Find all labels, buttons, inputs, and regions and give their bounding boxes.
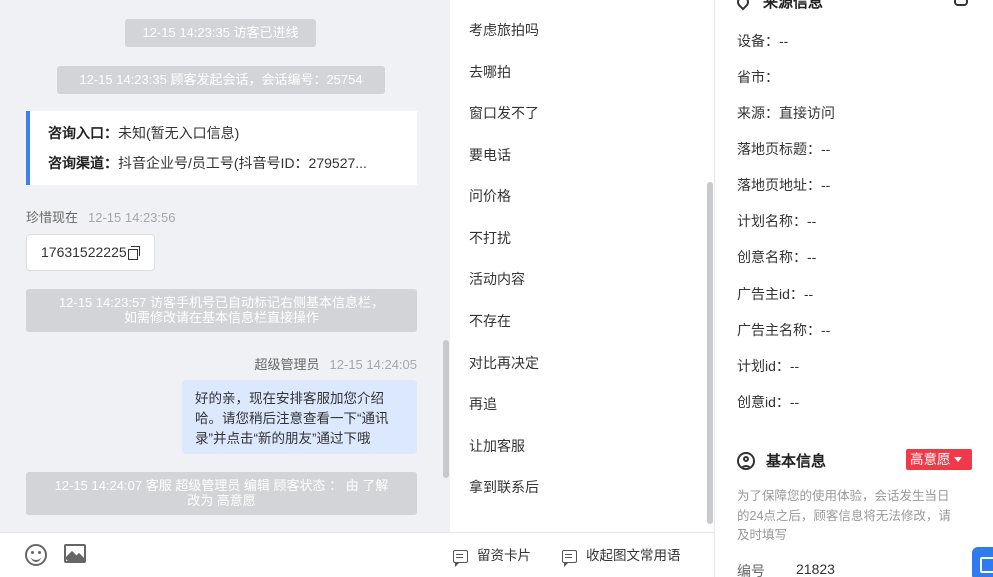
message-line: 好的亲，现在安排客服加您介绍 (195, 391, 384, 406)
customer-id-label: 编号 (737, 563, 765, 577)
edit-icon[interactable] (954, 0, 968, 6)
chat-message-list[interactable]: 12-15 14:23:35 访客已进线 12-15 14:23:35 顾客发起… (0, 0, 450, 532)
creative-name-field: 创意名称：-- (737, 249, 817, 265)
chat-panel: 12-15 14:23:35 访客已进线 12-15 14:23:35 顾客发起… (0, 0, 450, 577)
basic-info-header: 基本信息 (737, 450, 826, 471)
notice-line: 12-15 14:24:07 客服 超级管理员 编辑 顾客状态 ： 由 了解 (54, 478, 389, 493)
agent-message-header: 超级管理员 12-15 14:24:05 (255, 354, 417, 373)
intent-status-label: 高意愿 (910, 452, 951, 467)
emoji-icon[interactable] (25, 544, 47, 566)
customer-info-panel: 来源信息 设备：-- 省市： 来源：直接访问 落地页标题：-- 落地页地址：--… (715, 0, 993, 577)
notice-line: 12-15 14:23:57 访客手机号已自动标记右侧基本信息栏， (58, 295, 385, 310)
system-message: 12-15 14:23:35 顾客发起会话，会话编号：25754 (57, 66, 385, 94)
lead-card-button[interactable]: 留资卡片 (453, 547, 531, 567)
quick-reply-item[interactable]: 活动内容 (469, 269, 525, 289)
quick-reply-item[interactable]: 去哪拍 (469, 62, 511, 82)
chat-input-toolbar (0, 532, 450, 577)
quick-reply-item[interactable]: 不打扰 (469, 228, 511, 248)
lead-card-label: 留资卡片 (477, 548, 531, 563)
system-message: 12-15 14:23:35 访客已进线 (125, 19, 316, 47)
message-icon (562, 549, 577, 567)
consult-entry-label: 咨询入口： (48, 125, 118, 141)
chat-workspace: 12-15 14:23:35 访客已进线 12-15 14:23:35 顾客发起… (0, 0, 993, 577)
consult-channel-row: 咨询渠道：抖音企业号/员工号(抖音号ID：279527... (48, 152, 408, 182)
quick-reply-item[interactable]: 要电话 (469, 145, 511, 165)
edit-deadline-note: 为了保障您的使用体验，会话发生当日 的24点之后，顾客信息将无法修改，请 及时填… (737, 487, 975, 546)
quick-reply-item[interactable]: 问价格 (469, 186, 511, 206)
note-line: 的24点之后，顾客信息将无法修改，请 (737, 508, 951, 523)
customer-id-value: 21823 (796, 561, 835, 577)
visitor-phone-bubble[interactable]: 17631522225 (26, 234, 155, 271)
notice-line: 改为 高意愿 (187, 493, 256, 508)
quick-reply-item[interactable]: 考虑旅拍吗 (469, 20, 539, 40)
floating-action-button[interactable] (972, 547, 993, 577)
creative-id-field: 创意id：-- (737, 394, 800, 410)
quick-reply-item[interactable]: 拿到联系后 (469, 477, 539, 497)
source-info-title: 来源信息 (763, 0, 824, 11)
source-field: 来源：直接访问 (737, 105, 835, 121)
note-line: 及时填写 (737, 528, 788, 542)
plan-name-field: 计划名称：-- (737, 213, 817, 229)
message-icon (453, 549, 468, 567)
location-icon (734, 0, 752, 10)
collapse-phrases-button[interactable]: 收起图文常用语 (562, 547, 681, 567)
landing-title-field: 落地页标题：-- (737, 141, 831, 157)
message-line: 录”并点击“新的朋友”通过下哦 (195, 431, 371, 446)
message-time: 12-15 14:23:56 (88, 210, 176, 225)
consult-channel-label: 咨询渠道： (48, 155, 118, 171)
note-line: 为了保障您的使用体验，会话发生当日 (737, 489, 950, 503)
quick-reply-item[interactable]: 对比再决定 (469, 353, 539, 373)
message-line: 哈。请您稍后注意查看一下“通讯 (195, 411, 389, 426)
advertiser-id-field: 广告主id：-- (737, 286, 814, 302)
quick-reply-item[interactable]: 让加客服 (469, 436, 525, 456)
image-icon[interactable] (64, 544, 86, 563)
notice-line: 如需修改请在基本信息栏直接操作 (123, 310, 319, 325)
quick-reply-item[interactable]: 不存在 (469, 311, 511, 331)
collapse-phrases-label: 收起图文常用语 (586, 548, 681, 563)
advertiser-name-field: 广告主名称：-- (737, 322, 831, 338)
consult-entry-row: 咨询入口：未知(暂无入口信息) (48, 122, 408, 152)
visitor-message-header: 珍惜现在 12-15 14:23:56 (26, 207, 175, 226)
source-info-header: 来源信息 (734, 0, 824, 12)
device-field: 设备：-- (737, 33, 789, 49)
agent-name: 超级管理员 (254, 357, 320, 372)
chat-scrollbar[interactable] (443, 340, 449, 478)
copy-icon[interactable] (127, 246, 140, 260)
user-icon (737, 451, 755, 470)
caret-down-icon (953, 457, 962, 462)
auto-mark-notice: 12-15 14:23:57 访客手机号已自动标记右侧基本信息栏， 如需修改请在… (26, 289, 417, 332)
visitor-phone-number: 17631522225 (41, 244, 127, 260)
plan-id-field: 计划id：-- (737, 358, 800, 374)
consult-info-card: 咨询入口：未知(暂无入口信息) 咨询渠道：抖音企业号/员工号(抖音号ID：279… (26, 111, 417, 185)
basic-info-title: 基本信息 (766, 453, 827, 470)
visitor-name: 珍惜现在 (26, 210, 79, 225)
quick-reply-item[interactable]: 再追 (469, 394, 497, 414)
province-field: 省市： (737, 69, 779, 85)
quick-reply-scrollbar[interactable] (707, 182, 713, 524)
consult-entry-value: 未知(暂无入口信息) (118, 125, 240, 141)
quick-reply-panel: 考虑旅拍吗 去哪拍 窗口发不了 要电话 问价格 不打扰 活动内容 不存在 对比再… (450, 0, 715, 532)
quick-reply-item[interactable]: 窗口发不了 (469, 103, 539, 123)
intent-status-dropdown[interactable]: 高意愿 (906, 449, 972, 470)
landing-url-field: 落地页地址：-- (737, 177, 831, 193)
message-time: 12-15 14:24:05 (329, 357, 417, 372)
agent-message-bubble: 好的亲，现在安排客服加您介绍 哈。请您稍后注意查看一下“通讯 录”并点击“新的朋… (182, 380, 417, 454)
consult-channel-value: 抖音企业号/员工号(抖音号ID：279527... (118, 155, 367, 171)
status-change-notice: 12-15 14:24:07 客服 超级管理员 编辑 顾客状态 ： 由 了解 改… (26, 472, 417, 515)
quick-reply-footer: 留资卡片 收起图文常用语 (450, 532, 715, 577)
